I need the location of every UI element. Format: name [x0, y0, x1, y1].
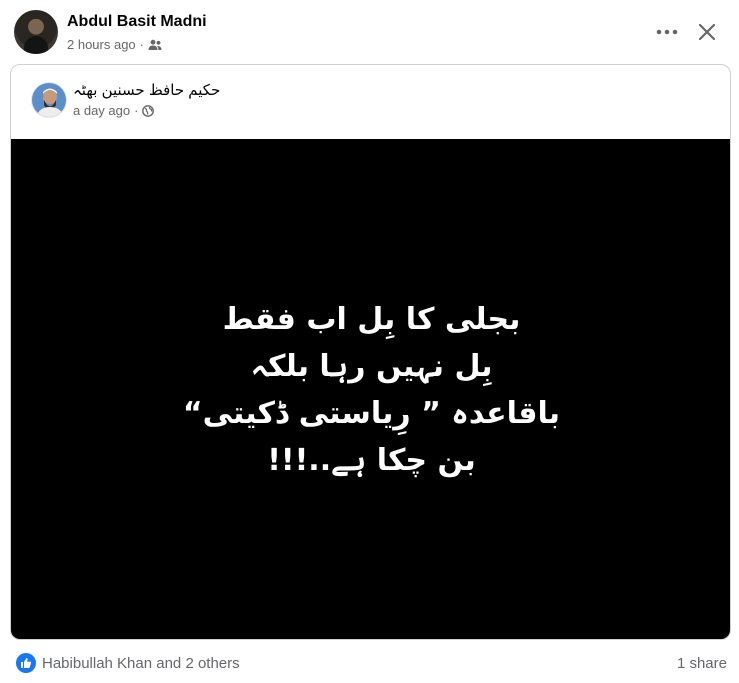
more-horizontal-icon: [656, 29, 678, 35]
thumbs-up-icon: [21, 658, 32, 668]
post-header: Abdul Basit Madni 2 hours ago ·: [14, 10, 725, 56]
image-text-line: بن چکا ہے..!!!: [267, 442, 476, 478]
shares-count[interactable]: 1 share: [677, 655, 727, 672]
globe-icon: [142, 104, 155, 117]
author-name[interactable]: Abdul Basit Madni: [67, 13, 207, 31]
image-text-line: بجلی کا بِل اب فقط: [222, 301, 521, 337]
close-button[interactable]: [693, 18, 721, 46]
image-text-line: بِل نہیں رہا بلکہ: [250, 348, 493, 384]
meta-separator: ·: [139, 37, 145, 52]
friends-icon: [148, 39, 162, 50]
more-options-button[interactable]: [653, 18, 681, 46]
post-footer: Habibullah Khan and 2 others 1 share: [16, 652, 727, 674]
post-image[interactable]: بجلی کا بِل اب فقط بِل نہیں رہا بلکہ باق…: [11, 139, 730, 639]
image-text-line: باقاعدہ ” رِیاستی ڈکیتی“: [182, 395, 561, 431]
post-timestamp[interactable]: 2 hours ago: [67, 37, 136, 52]
author-avatar[interactable]: [14, 10, 58, 54]
shared-post-timestamp[interactable]: a day ago: [73, 103, 130, 118]
shared-author-avatar[interactable]: [31, 82, 67, 118]
shared-post-card[interactable]: حکیم حافظ حسنین بھٹہ a day ago · بجلی کا…: [10, 64, 731, 640]
person-avatar-icon: [32, 83, 66, 117]
close-icon: [698, 23, 716, 41]
image-text: بجلی کا بِل اب فقط بِل نہیں رہا بلکہ باق…: [183, 296, 560, 484]
post-meta: 2 hours ago ·: [67, 37, 162, 52]
meta-separator: ·: [134, 103, 139, 118]
like-reaction-icon[interactable]: [16, 653, 36, 673]
shared-author-name[interactable]: حکیم حافظ حسنین بھٹہ: [73, 81, 220, 99]
shared-post-meta: a day ago ·: [73, 103, 155, 118]
reactions-summary[interactable]: Habibullah Khan and 2 others: [42, 655, 240, 672]
